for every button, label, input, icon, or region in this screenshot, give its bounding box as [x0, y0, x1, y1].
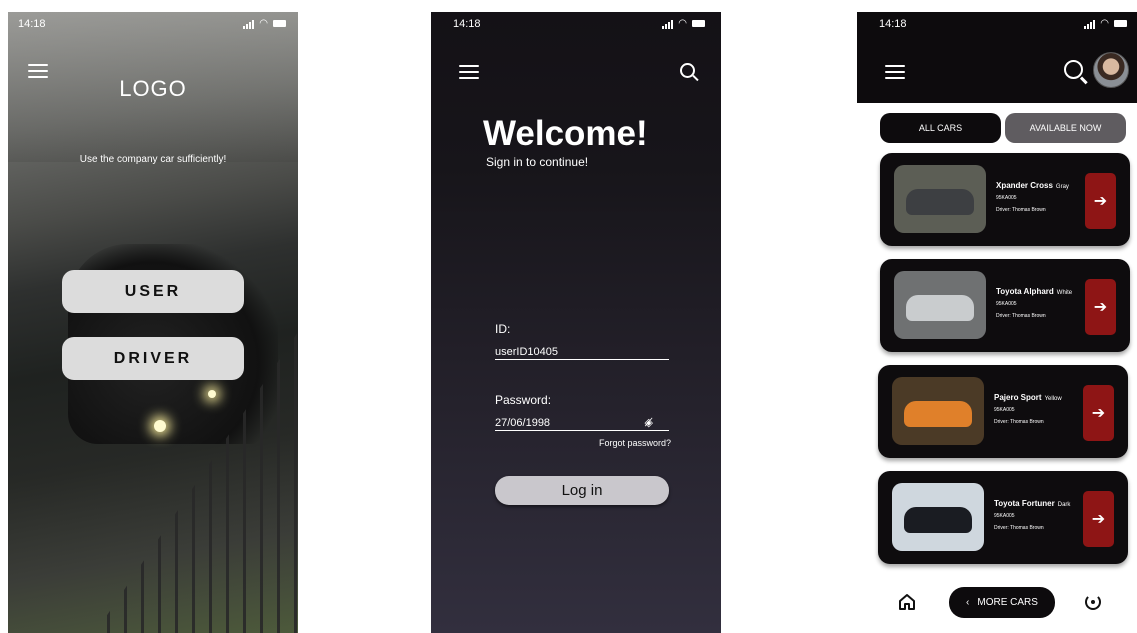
car-name: Toyota Fortuner Dark	[994, 499, 1070, 508]
open-car-button[interactable]: ➔	[1085, 279, 1116, 335]
car-thumbnail	[892, 377, 984, 445]
tab-all-cars[interactable]: ALL CARS	[880, 113, 1001, 143]
tagline: Use the company car sufficiently!	[79, 154, 227, 165]
status-time: 14:18	[879, 18, 907, 30]
more-cars-button[interactable]: ‹ MORE CARS	[949, 587, 1055, 618]
forgot-password-link[interactable]: Forgot password?	[599, 438, 671, 448]
car-image	[904, 507, 972, 533]
status-bar: 14:18 ◠	[431, 18, 721, 34]
arrow-right-icon: ➔	[1093, 299, 1108, 316]
car-driver: Driver: Thomas Brown	[994, 525, 1044, 531]
car-driver: Driver: Thomas Brown	[996, 207, 1046, 213]
tab-available-now[interactable]: AVAILABLE NOW	[1005, 113, 1126, 143]
signal-icon	[243, 19, 255, 29]
car-image	[906, 295, 974, 321]
chevron-left-icon: ‹	[966, 597, 970, 608]
id-field[interactable]: userID10405	[495, 346, 669, 360]
login-screen: 14:18 ◠ Welcome! Sign in to continue! ID…	[431, 12, 721, 633]
car-thumbnail	[894, 271, 986, 339]
top-bar: 14:18 ◠	[857, 12, 1137, 103]
menu-icon[interactable]	[885, 65, 905, 79]
login-button[interactable]: Log in	[495, 476, 669, 505]
welcome-heading: Welcome!	[483, 114, 648, 153]
car-card[interactable]: Toyota Fortuner Dark 95KA005 Driver: Thomas…	[878, 471, 1128, 564]
open-car-button[interactable]: ➔	[1085, 173, 1116, 229]
wifi-icon: ◠	[678, 18, 687, 29]
app-logo: LOGO	[119, 76, 187, 101]
car-name: Xpander Cross Gray	[996, 181, 1069, 190]
car-name: Toyota Alphard White	[996, 287, 1072, 296]
cars-screen: 14:18 ◠ ALL CARS AVAILABLE NOW Xpander C…	[857, 12, 1137, 633]
headlight	[154, 420, 166, 432]
signal-icon	[662, 19, 674, 29]
arrow-right-icon: ➔	[1091, 405, 1106, 422]
wifi-icon: ◠	[1100, 18, 1109, 29]
car-card[interactable]: Xpander Cross Gray 95KA005 Driver: Thomas B…	[880, 153, 1130, 246]
battery-icon	[273, 20, 286, 27]
car-model: Pajero Sport	[994, 393, 1042, 402]
car-image	[904, 401, 972, 427]
refresh-icon[interactable]	[1085, 594, 1101, 610]
car-driver: Driver: Thomas Brown	[994, 419, 1044, 425]
menu-icon[interactable]	[459, 65, 479, 79]
car-image	[906, 189, 974, 215]
welcome-subtitle: Sign in to continue!	[486, 155, 589, 169]
status-time: 14:18	[453, 18, 481, 30]
car-name: Pajero Sport Yellow	[994, 393, 1062, 402]
car-model: Toyota Alphard	[996, 287, 1054, 296]
battery-icon	[1114, 20, 1127, 27]
id-label: ID:	[495, 322, 511, 336]
arrow-right-icon: ➔	[1093, 193, 1108, 210]
home-icon[interactable]	[897, 592, 917, 617]
open-car-button[interactable]: ➔	[1083, 385, 1114, 441]
arrow-right-icon: ➔	[1091, 511, 1106, 528]
car-model: Toyota Fortuner	[994, 499, 1055, 508]
car-driver: Driver: Thomas Brown	[996, 313, 1046, 319]
battery-icon	[692, 20, 705, 27]
open-car-button[interactable]: ➔	[1083, 491, 1114, 547]
car-color: Yellow	[1044, 396, 1062, 402]
search-icon[interactable]	[1064, 60, 1083, 79]
car-card[interactable]: Pajero Sport Yellow 95KA005 Driver: Thomas …	[878, 365, 1128, 458]
signal-icon	[1084, 19, 1096, 29]
car-model: Xpander Cross	[996, 181, 1053, 190]
password-value: 27/06/1998	[495, 417, 551, 429]
car-card[interactable]: Toyota Alphard White 95KA005 Driver: Thomas…	[880, 259, 1130, 352]
status-time: 14:18	[18, 18, 46, 30]
status-bar: 14:18 ◠	[857, 18, 1137, 34]
headlight	[208, 390, 216, 398]
car-plate: 95KA005	[994, 407, 1015, 413]
password-field[interactable]: 27/06/1998 ◈̸	[495, 417, 669, 431]
car-plate: 95KA005	[996, 301, 1017, 307]
driver-button[interactable]: DRIVER	[62, 337, 244, 380]
car-color: Dark	[1057, 502, 1071, 508]
wifi-icon: ◠	[259, 18, 268, 29]
password-label: Password:	[495, 393, 552, 407]
car-color: White	[1056, 290, 1073, 296]
status-bar: 14:18 ◠	[8, 18, 298, 34]
avatar[interactable]	[1093, 52, 1129, 88]
eye-off-icon[interactable]: ◈̸	[645, 416, 653, 429]
id-value: userID10405	[495, 346, 558, 358]
car-plate: 95KA005	[996, 195, 1017, 201]
car-thumbnail	[892, 483, 984, 551]
more-cars-label: MORE CARS	[977, 597, 1038, 608]
car-thumbnail	[894, 165, 986, 233]
search-icon[interactable]	[680, 63, 695, 78]
splash-screen: 14:18 ◠ LOGO Use the company car suffici…	[8, 12, 298, 633]
car-plate: 95KA005	[994, 513, 1015, 519]
car-color: Gray	[1055, 184, 1069, 190]
user-button[interactable]: USER	[62, 270, 244, 313]
